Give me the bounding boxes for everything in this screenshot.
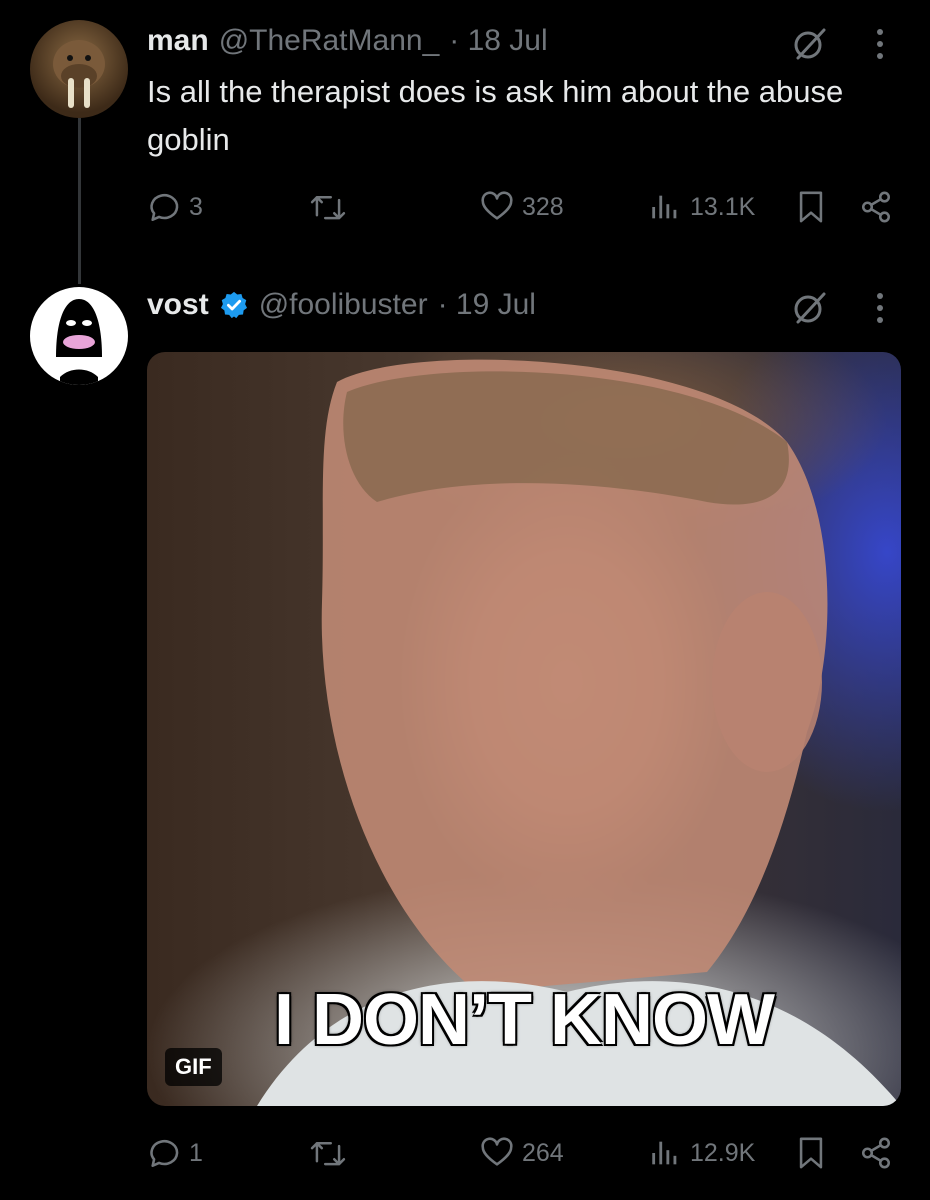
more-options-icon[interactable] [872, 290, 888, 331]
like-count: 328 [522, 192, 564, 221]
tweet-date[interactable]: · 19 Jul [438, 288, 536, 322]
like-count: 264 [522, 1138, 564, 1167]
reply-button[interactable]: 3 [147, 190, 203, 224]
author-handle[interactable]: @foolibuster [259, 288, 428, 322]
views-count: 13.1K [690, 192, 756, 221]
reply-count: 1 [189, 1138, 203, 1167]
views-chart-icon [652, 195, 677, 219]
avatar-vost[interactable] [30, 287, 128, 385]
bookmark-button[interactable] [796, 190, 826, 229]
retweet-icon [310, 196, 346, 220]
author-handle[interactable]: @TheRatMann_ [219, 24, 440, 58]
reply-icon [150, 194, 179, 222]
reply-icon [150, 1140, 179, 1168]
views-chart-icon [652, 1141, 677, 1165]
reply-count: 3 [189, 192, 203, 221]
views-button[interactable]: 12.9K [648, 1136, 755, 1170]
gif-badge[interactable]: GIF [165, 1048, 222, 1086]
share-icon [861, 1137, 891, 1169]
bookmark-icon [799, 191, 823, 223]
reply-button[interactable]: 1 [147, 1136, 203, 1170]
grok-icon[interactable] [792, 26, 828, 67]
avatar-man[interactable] [30, 20, 128, 118]
more-options-icon[interactable] [872, 26, 888, 67]
views-count: 12.9K [690, 1138, 756, 1167]
like-button[interactable]: 328 [480, 190, 564, 224]
share-button[interactable] [858, 1136, 894, 1175]
tweet-2-header: vost @foolibuster · 19 Jul [147, 288, 536, 322]
like-button[interactable]: 264 [480, 1136, 564, 1170]
heart-icon [481, 191, 513, 220]
tweet-1-header: man @TheRatMann_ · 18 Jul [147, 24, 548, 58]
share-button[interactable] [858, 190, 894, 229]
tweet-text: Is all the therapist does is ask him abo… [147, 74, 844, 157]
author-name[interactable]: vost [147, 288, 209, 322]
gif-caption: I DON’T KNOW [274, 980, 775, 1060]
tweet-date[interactable]: · 18 Jul [449, 24, 547, 58]
bookmark-icon [799, 1137, 823, 1169]
share-icon [861, 191, 891, 223]
bookmark-button[interactable] [796, 1136, 826, 1175]
retweet-button[interactable] [310, 1136, 354, 1170]
views-button[interactable]: 13.1K [648, 190, 755, 224]
thread-connector-line [78, 118, 81, 284]
walrus-avatar-icon [53, 40, 105, 108]
balaclava-avatar-icon [56, 299, 102, 385]
grok-icon[interactable] [792, 290, 828, 331]
verified-badge-icon [220, 291, 247, 319]
retweet-icon [310, 1142, 346, 1166]
retweet-button[interactable] [310, 190, 354, 224]
heart-icon [481, 1137, 513, 1166]
author-name[interactable]: man [147, 24, 209, 58]
gif-media[interactable]: I DON’T KNOW GIF [147, 352, 901, 1106]
